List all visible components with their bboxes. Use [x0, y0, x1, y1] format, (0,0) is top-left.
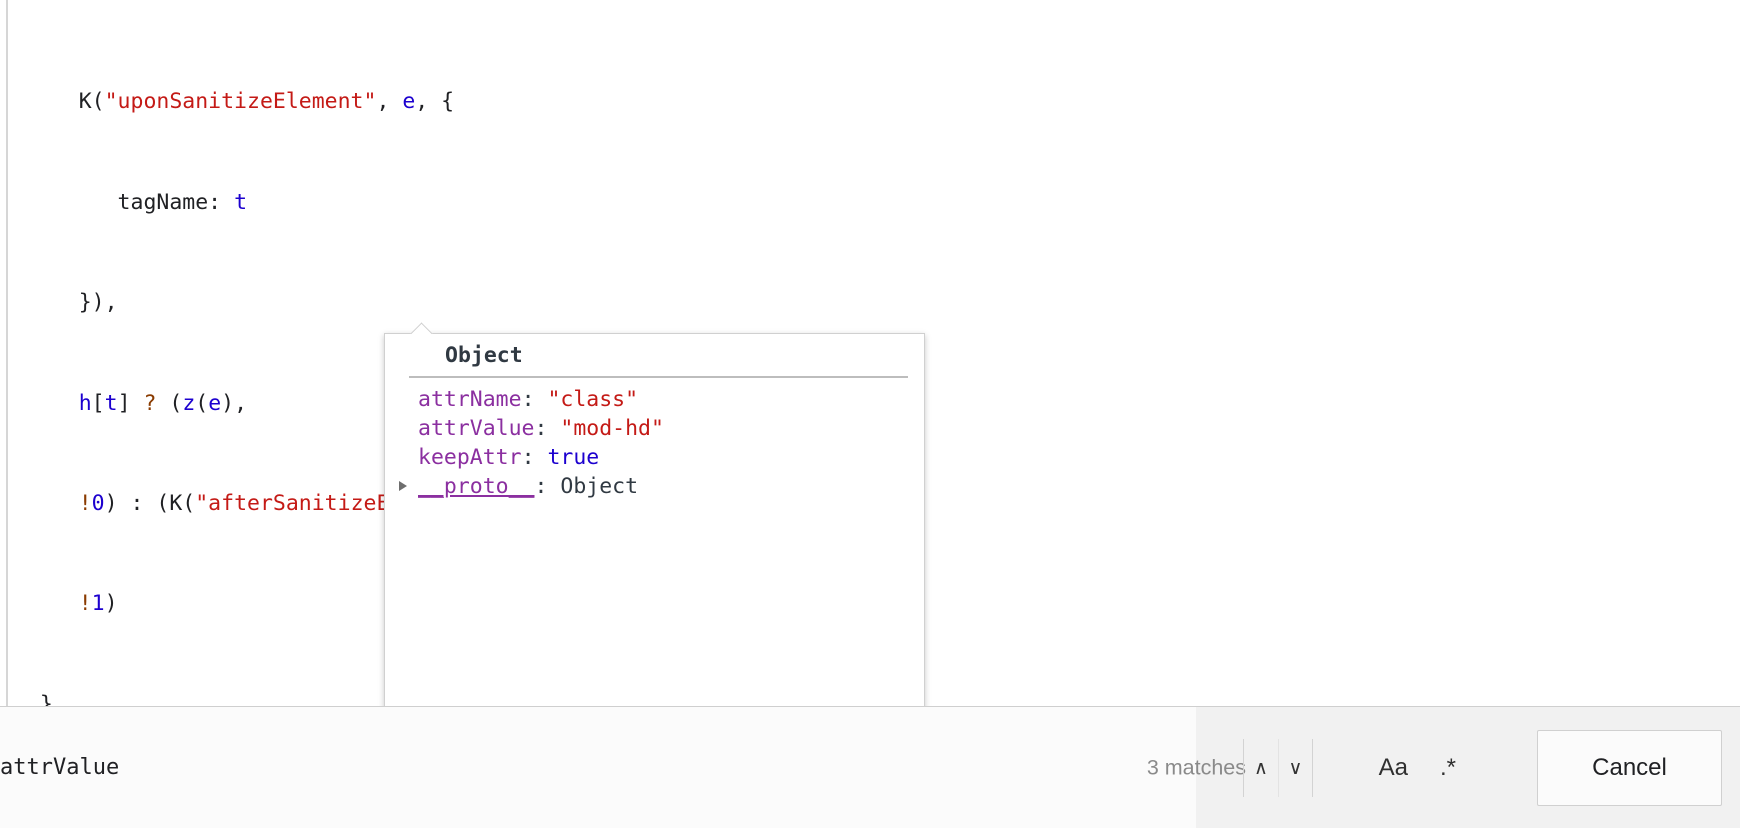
chevron-down-icon[interactable]: ∨ — [1278, 739, 1312, 797]
code-line: K("uponSanitizeElement", e, { — [14, 89, 455, 115]
property-value: "class" — [547, 387, 639, 412]
regex-button[interactable]: .* — [1436, 752, 1460, 784]
devtools-sources-panel: K("uponSanitizeElement", e, { tagName: t… — [0, 0, 1740, 828]
property-key: keepAttr — [418, 445, 522, 470]
object-popover[interactable]: Object attrName: "class" attrValue: "mod… — [384, 333, 925, 748]
popover-row[interactable]: attrName: "class" — [385, 385, 924, 414]
find-bar: 3 matches ∧ ∨ Aa .* Cancel — [0, 706, 1740, 828]
expand-triangle-icon[interactable] — [399, 481, 407, 491]
code-line: }), — [14, 290, 118, 316]
find-input-wrapper[interactable] — [0, 707, 1196, 828]
property-value: "mod-hd" — [560, 416, 664, 441]
popover-row[interactable]: keepAttr: true — [385, 443, 924, 472]
popover-row-proto[interactable]: __proto__: Object — [385, 472, 924, 501]
match-count-label: 3 matches — [1146, 755, 1246, 780]
property-value: true — [547, 445, 600, 470]
code-line: tagName: t — [14, 189, 248, 215]
chevron-up-icon[interactable]: ∧ — [1244, 739, 1278, 797]
popover-properties: attrName: "class" attrValue: "mod-hd" ke… — [385, 378, 924, 501]
match-navigation: ∧ ∨ — [1243, 739, 1313, 797]
search-input[interactable] — [0, 754, 1196, 781]
property-key: attrValue — [418, 416, 535, 441]
cancel-button[interactable]: Cancel — [1537, 730, 1722, 806]
property-key: __proto__ — [418, 474, 535, 499]
property-key: attrName — [418, 387, 522, 412]
popover-row[interactable]: attrValue: "mod-hd" — [385, 414, 924, 443]
property-value: Object — [560, 474, 639, 499]
search-options: Aa .* — [1375, 752, 1460, 784]
match-case-button[interactable]: Aa — [1375, 752, 1412, 784]
popover-arrow — [409, 322, 433, 334]
popover-title: Object — [409, 334, 908, 378]
